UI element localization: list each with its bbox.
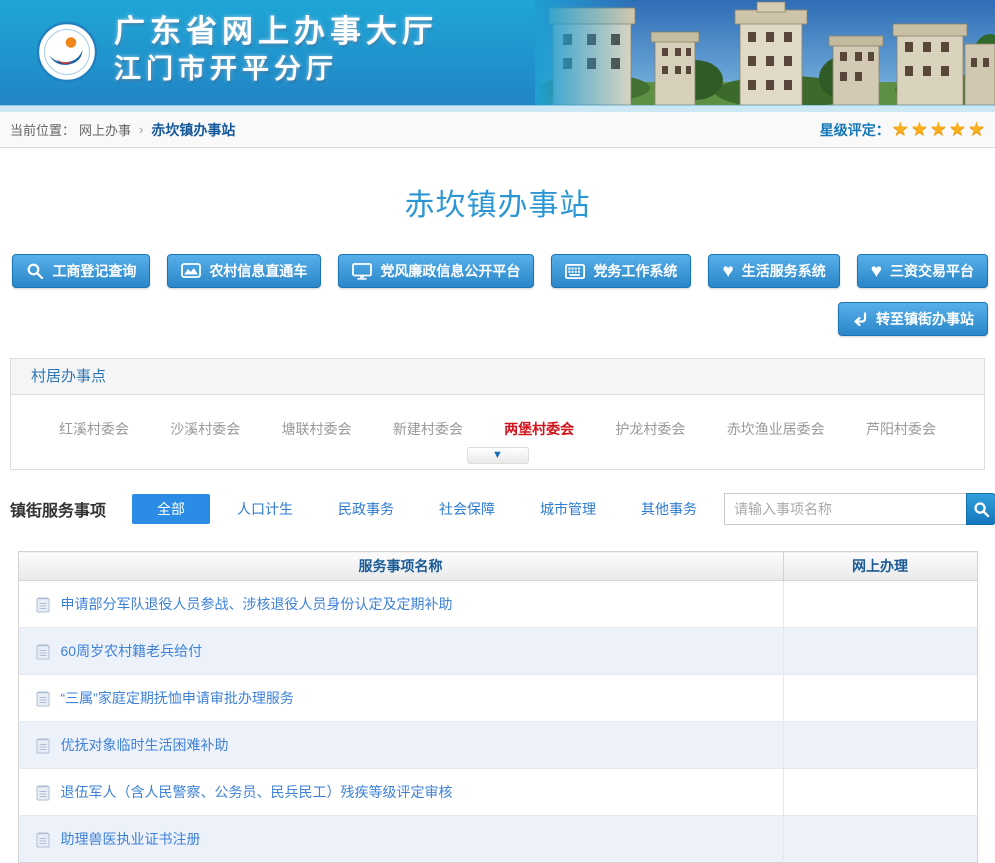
breadcrumb-bar: 当前位置： 网上办事 › 赤坎镇办事站 星级评定： ★ ★ ★ ★ ★	[0, 112, 995, 148]
search-icon	[973, 501, 990, 518]
document-icon	[36, 831, 50, 848]
services-table: 服务事项名称 网上办理 申请部分军队退役人员参战、涉核退役人员身份认定及定期补助…	[18, 551, 978, 863]
village-link-shaxi[interactable]: 沙溪村委会	[170, 419, 240, 439]
star-icon[interactable]: ★	[930, 120, 947, 139]
table-row: 助理兽医执业证书注册	[18, 816, 977, 863]
table-header-row: 服务事项名称 网上办理	[18, 552, 977, 581]
service-link[interactable]: 助理兽医执业证书注册	[61, 829, 201, 849]
site-logo[interactable]	[36, 21, 98, 83]
document-icon	[36, 690, 50, 707]
tab-population-family-planning[interactable]: 人口计生	[219, 494, 311, 524]
button-label: 转至镇街办事站	[876, 309, 974, 329]
button-three-assets-trading-platform[interactable]: ♥ 三资交易平台	[857, 254, 988, 288]
return-arrow-icon	[852, 311, 868, 327]
button-label: 生活服务系统	[742, 261, 826, 281]
village-offices-panel: 村居办事点 红溪村委会 沙溪村委会 塘联村委会 新建村委会 两堡村委会 护龙村委…	[10, 358, 985, 470]
button-rural-info-express[interactable]: 农村信息直通车	[167, 254, 321, 288]
site-header: 广东省网上办事大厅 江门市开平分厅	[0, 0, 995, 112]
breadcrumb-link-online-services[interactable]: 网上办事	[79, 120, 131, 139]
button-party-integrity-info-platform[interactable]: 党风廉政信息公开平台	[338, 254, 534, 288]
village-panel-title: 村居办事点	[11, 359, 984, 395]
site-title-line1: 广东省网上办事大厅	[114, 13, 438, 51]
village-link-xinjian[interactable]: 新建村委会	[393, 419, 463, 439]
button-label: 工商登记查询	[52, 261, 136, 281]
page-title: 赤坎镇办事站	[0, 180, 995, 224]
tab-other-affairs[interactable]: 其他事务	[623, 494, 715, 524]
tab-social-security[interactable]: 社会保障	[421, 494, 513, 524]
button-label: 党务工作系统	[593, 261, 677, 281]
tab-all[interactable]: 全部	[132, 494, 210, 524]
document-icon	[36, 784, 50, 801]
transfer-row: 转至镇街办事站	[0, 302, 988, 336]
breadcrumb-prefix: 当前位置：	[10, 120, 75, 139]
button-business-registration-search[interactable]: 工商登记查询	[12, 254, 150, 288]
service-link[interactable]: 申请部分军队退役人员参战、涉核退役人员身份认定及定期补助	[61, 594, 453, 614]
button-goto-town-station[interactable]: 转至镇街办事站	[838, 302, 988, 336]
service-searchbox	[724, 493, 995, 525]
star-icon[interactable]: ★	[911, 120, 928, 139]
service-link[interactable]: 60周岁农村籍老兵给付	[61, 641, 203, 661]
rating-label: 星级评定：	[820, 120, 890, 140]
site-title-line2: 江门市开平分厅	[114, 51, 438, 87]
table-row: 优抚对象临时生活困难补助	[18, 722, 977, 769]
tab-city-management[interactable]: 城市管理	[522, 494, 614, 524]
services-section-title: 镇街服务事项	[10, 497, 106, 521]
category-tabs: 全部 人口计生 民政事务 社会保障 城市管理 其他事务	[132, 494, 724, 524]
star-icon[interactable]: ★	[949, 120, 966, 139]
table-row: 60周岁农村籍老兵给付	[18, 628, 977, 675]
service-link[interactable]: 优抚对象临时生活困难补助	[61, 735, 229, 755]
button-label: 三资交易平台	[890, 261, 974, 281]
service-link[interactable]: 退伍军人（含人民警察、公务员、民兵民工）残疾等级评定审核	[61, 782, 453, 802]
document-icon	[36, 737, 50, 754]
quick-links-row: 人社服务平台 工商登记查询 农村信息直通车 党风廉政信息公开平台 党务工作系统 …	[0, 254, 988, 288]
village-link-hongxi[interactable]: 红溪村委会	[59, 419, 129, 439]
expand-village-list-button[interactable]: ▼	[467, 447, 529, 464]
table-row: “三属”家庭定期抚恤申请审批办理服务	[18, 675, 977, 722]
button-life-service-system[interactable]: ♥ 生活服务系统	[708, 254, 839, 288]
services-filter-row: 镇街服务事项 全部 人口计生 民政事务 社会保障 城市管理 其他事务	[10, 487, 985, 531]
service-search-input[interactable]	[724, 493, 966, 525]
village-panel-body: 红溪村委会 沙溪村委会 塘联村委会 新建村委会 两堡村委会 护龙村委会 赤坎渔业…	[11, 395, 984, 469]
breadcrumb-current: 赤坎镇办事站	[151, 120, 235, 140]
keyboard-icon	[565, 264, 585, 279]
star-icon[interactable]: ★	[968, 120, 985, 139]
column-header-online-handling: 网上办理	[783, 552, 977, 581]
button-party-affairs-system[interactable]: 党务工作系统	[551, 254, 691, 288]
monitor-icon	[352, 263, 372, 280]
search-icon	[26, 262, 44, 280]
diaolou-towers-photo	[535, 0, 995, 105]
village-link-tanglian[interactable]: 塘联村委会	[282, 419, 352, 439]
star-rating: 星级评定： ★ ★ ★ ★ ★	[820, 120, 985, 140]
village-list: 红溪村委会 沙溪村委会 塘联村委会 新建村委会 两堡村委会 护龙村委会 赤坎渔业…	[59, 419, 936, 439]
heart-icon: ♥	[722, 262, 733, 281]
button-label: 农村信息直通车	[209, 261, 307, 281]
village-link-chikan-yuye[interactable]: 赤坎渔业居委会	[727, 419, 825, 439]
star-icon[interactable]: ★	[892, 120, 909, 139]
document-icon	[36, 643, 50, 660]
village-link-hulong[interactable]: 护龙村委会	[615, 419, 685, 439]
tab-civil-affairs[interactable]: 民政事务	[320, 494, 412, 524]
picture-mountain-icon	[181, 263, 201, 279]
table-row: 申请部分军队退役人员参战、涉核退役人员身份认定及定期补助	[18, 581, 977, 628]
heart-icon: ♥	[871, 262, 882, 281]
button-label: 党风廉政信息公开平台	[380, 261, 520, 281]
village-link-luyang[interactable]: 芦阳村委会	[866, 419, 936, 439]
breadcrumb-separator-icon: ›	[139, 122, 143, 137]
service-link[interactable]: “三属”家庭定期抚恤申请审批办理服务	[61, 688, 294, 708]
table-row: 退伍军人（含人民警察、公务员、民兵民工）残疾等级评定审核	[18, 769, 977, 816]
header-bottom-strip	[0, 105, 995, 112]
column-header-service-name: 服务事项名称	[18, 552, 783, 581]
chevron-down-icon: ▼	[492, 450, 503, 461]
village-link-liangbao[interactable]: 两堡村委会	[504, 419, 574, 439]
document-icon	[36, 596, 50, 613]
search-button[interactable]	[966, 493, 995, 525]
